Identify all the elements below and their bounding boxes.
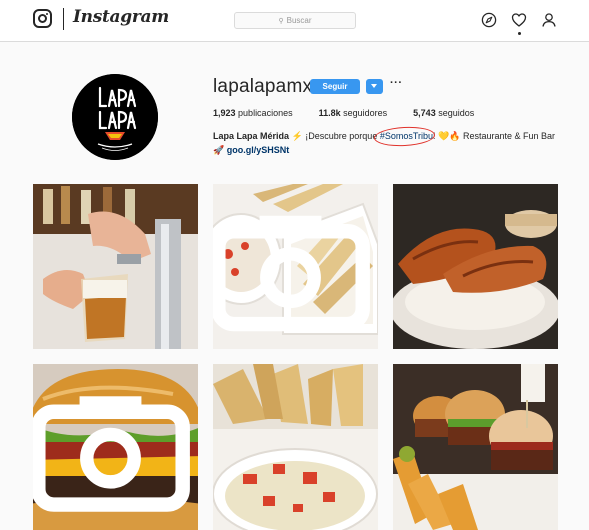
profile-username: lapalapamx [213, 76, 313, 97]
profile-display-name: Lapa Lapa Mérida [213, 131, 290, 141]
search-icon: ⚲ [278, 17, 284, 25]
following-stat[interactable]: 5,743 seguidos [413, 108, 474, 118]
user-icon[interactable] [541, 12, 557, 28]
profile-stats: 1,923 publicaciones 11.8k seguidores 5,7… [213, 108, 500, 118]
top-nav: Instagram ⚲ Buscar [0, 0, 589, 42]
followers-stat[interactable]: 11.8k seguidores [319, 108, 388, 118]
post-thumbnail-sliders[interactable] [393, 364, 558, 530]
posts-count: 1,923 [213, 108, 236, 118]
following-count: 5,743 [413, 108, 436, 118]
fried-chicken-image [393, 184, 558, 349]
profile-bio: Lapa Lapa Mérida ⚡ ¡Descubre porque #Som… [213, 125, 555, 148]
follow-button[interactable]: Seguir [310, 79, 360, 94]
lapa-lapa-logo [72, 74, 158, 160]
lightning-icon: ⚡ [291, 131, 303, 141]
post-thumbnail-beer-tap[interactable] [33, 184, 198, 349]
post-thumbnail-fried-chicken[interactable] [393, 184, 558, 349]
chips-dip-image [213, 364, 378, 530]
compass-icon[interactable] [481, 12, 497, 28]
post-thumbnail-chips-and-dip[interactable] [213, 364, 378, 530]
bio-website-link[interactable]: goo.gl/ySHSNt [227, 145, 290, 155]
followers-count: 11.8k [318, 108, 341, 118]
search-placeholder: Buscar [286, 16, 312, 25]
posts-stat: 1,923 publicaciones [213, 108, 293, 118]
activity-indicator-dot [518, 32, 521, 35]
posts-label: publicaciones [238, 108, 293, 118]
link-icon: 🚀 [213, 145, 225, 155]
more-options-button[interactable]: ··· [390, 77, 403, 89]
post-thumbnail-cheeseburger[interactable] [33, 364, 198, 530]
post-thumbnail-dip-and-chips[interactable] [213, 184, 378, 349]
bio-link-row: 🚀 goo.gl/ySHSNt [213, 145, 289, 156]
bio-text-before: ¡Descubre porque [305, 131, 378, 141]
video-icon [33, 396, 190, 512]
red-annotation-circle [373, 125, 436, 148]
bio-text-after: ! 💛🔥 Restaurante & Fun Bar [433, 131, 555, 141]
search-input[interactable]: ⚲ Buscar [234, 12, 356, 29]
beer-tap-image [33, 184, 198, 349]
hashtag-link[interactable]: #SomosTribu [373, 125, 436, 148]
followers-label: seguidores [343, 108, 388, 118]
suggestions-dropdown-button[interactable] [366, 79, 383, 94]
video-icon [213, 215, 370, 332]
sliders-image [393, 364, 558, 530]
instagram-camera-icon[interactable] [33, 9, 52, 28]
instagram-wordmark[interactable]: Instagram [73, 7, 169, 27]
logo-divider [63, 8, 64, 30]
heart-icon[interactable] [511, 12, 527, 28]
following-label: seguidos [438, 108, 475, 118]
profile-avatar[interactable] [72, 74, 158, 160]
